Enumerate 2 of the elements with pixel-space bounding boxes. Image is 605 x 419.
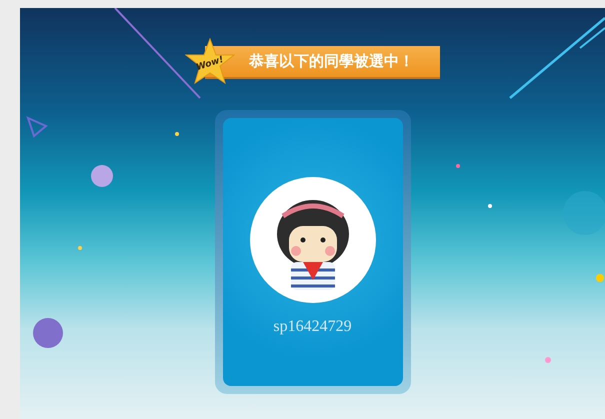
cartoon-avatar-icon (248, 176, 376, 304)
student-name: sp16424729 (273, 318, 352, 336)
